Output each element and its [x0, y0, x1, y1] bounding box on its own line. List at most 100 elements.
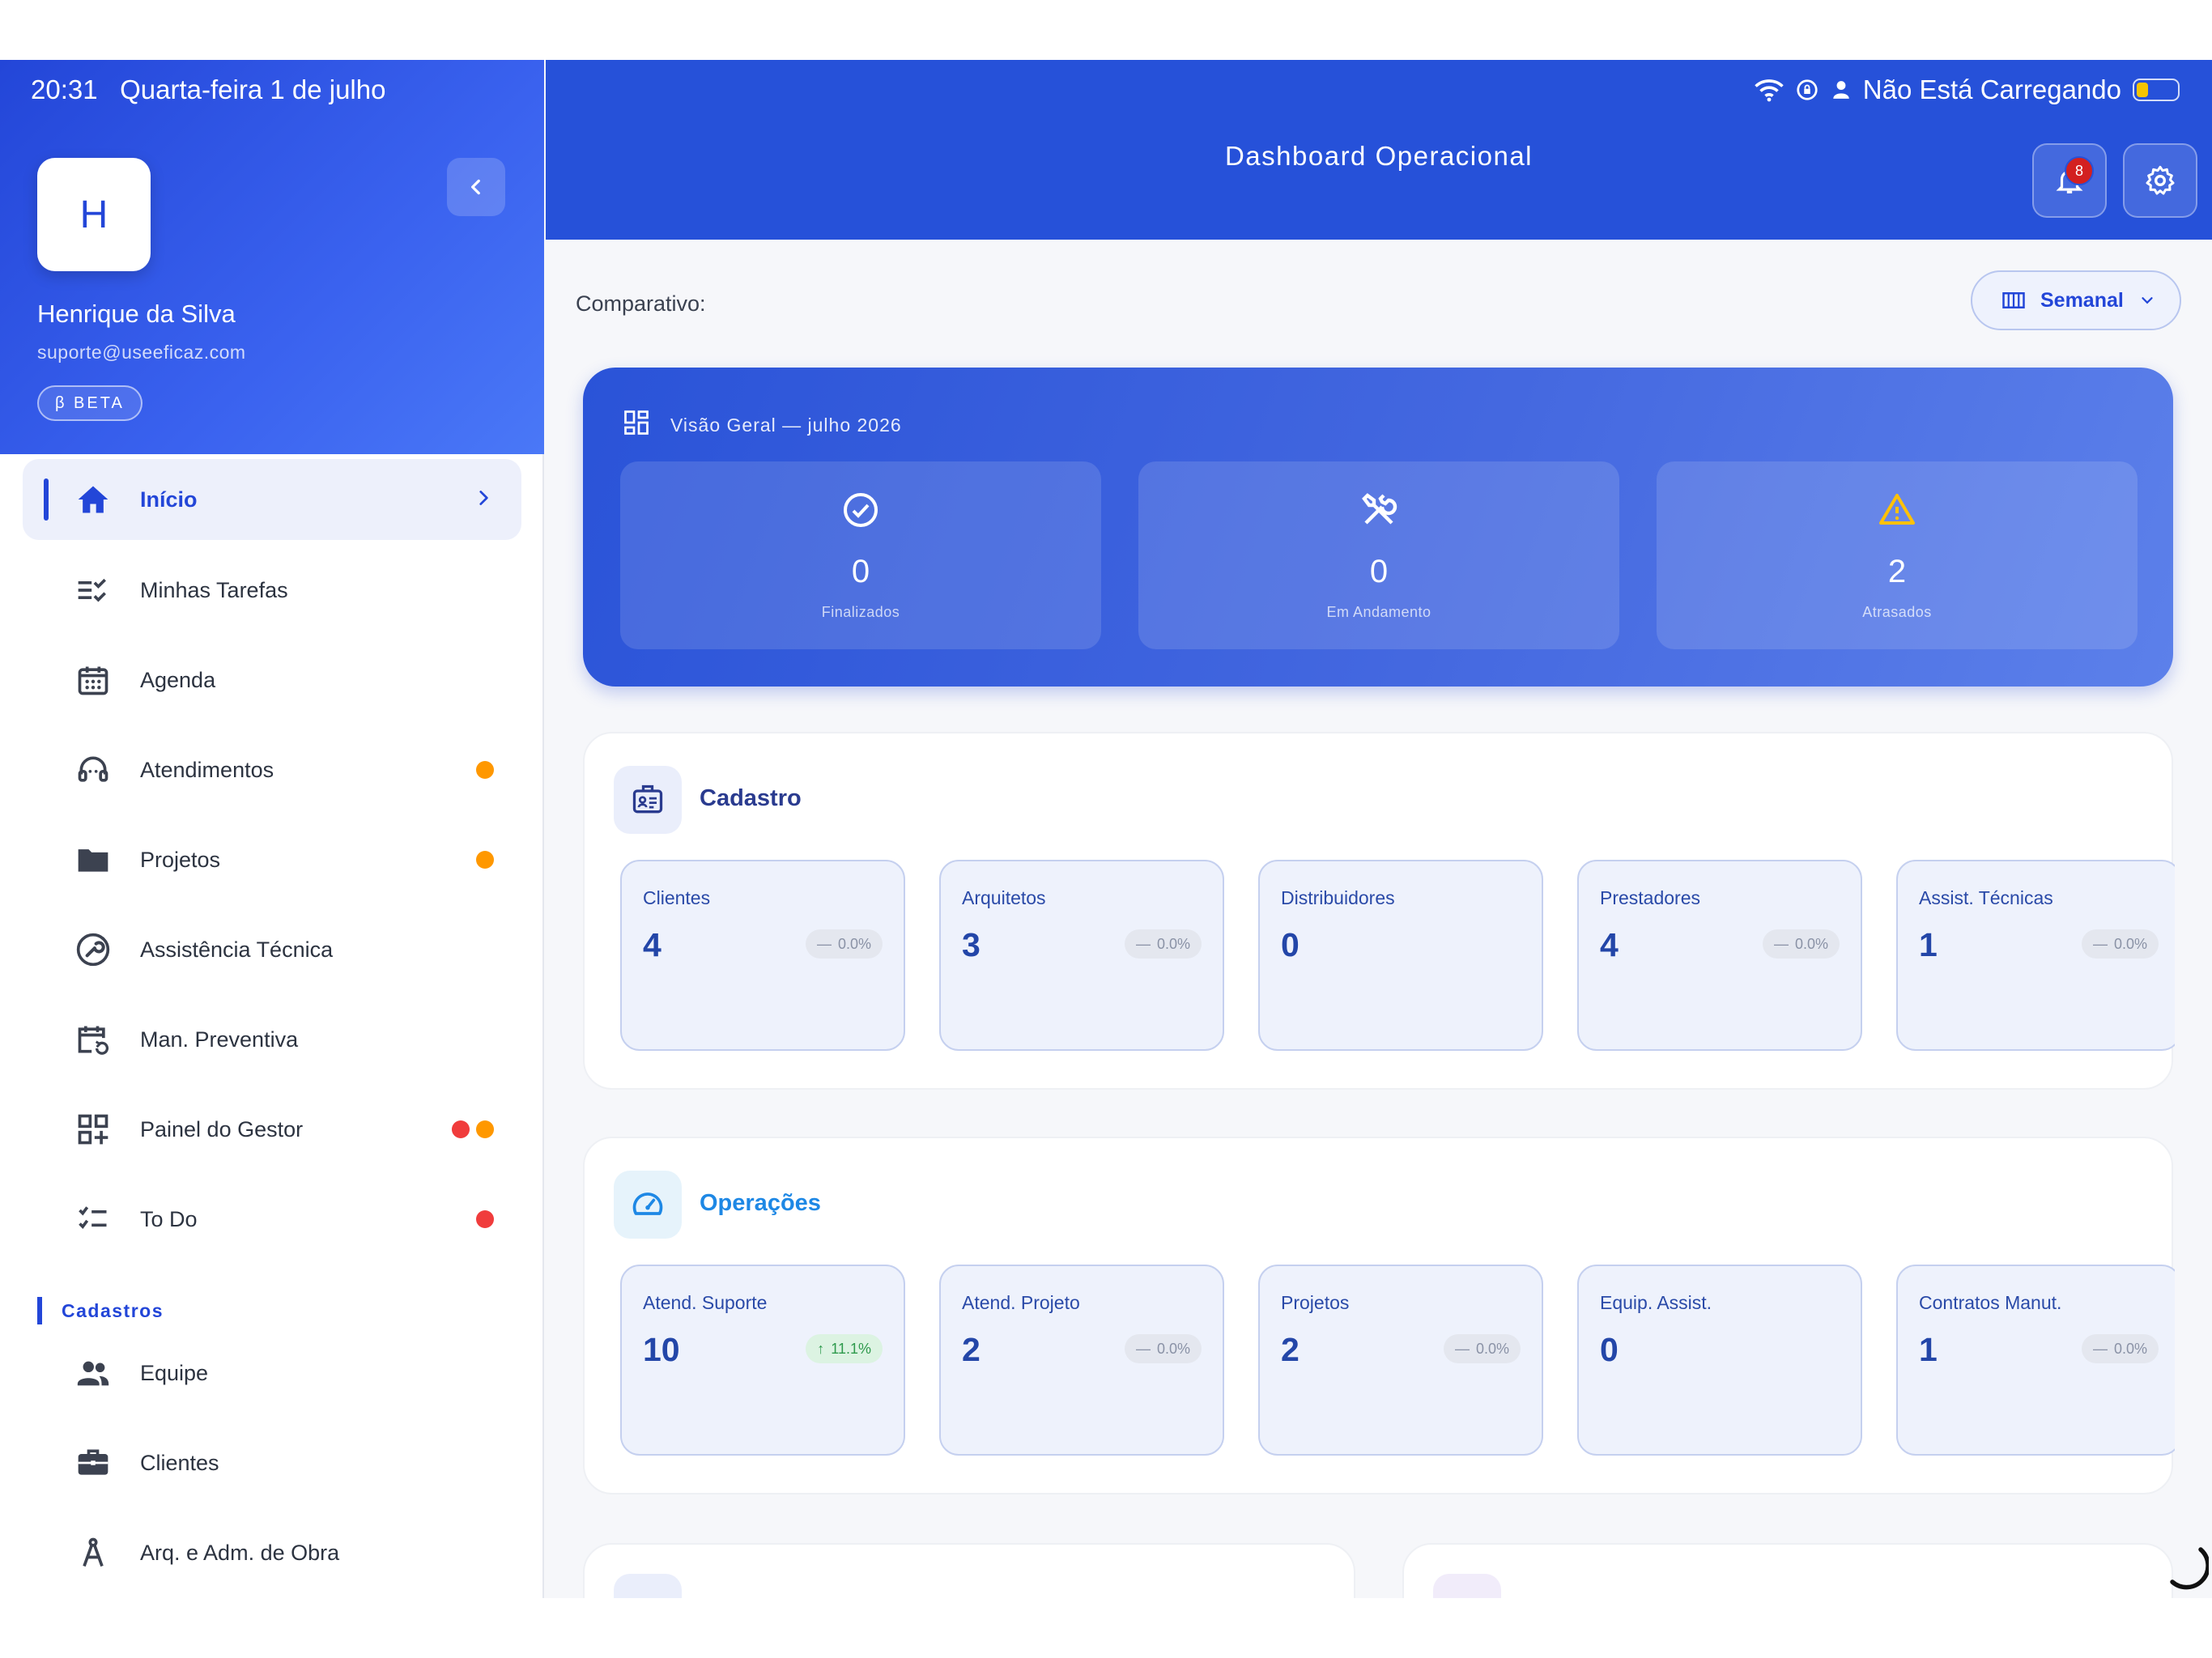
settings-button[interactable]: [2123, 143, 2197, 218]
delta-value: 0.0%: [1475, 1340, 1509, 1357]
stat-prestadores[interactable]: Prestadores 4 — 0.0%: [1577, 860, 1862, 1051]
stat-projetos[interactable]: Projetos 2 — 0.0%: [1258, 1265, 1543, 1456]
stat-equip-assist[interactable]: Equip. Assist. 0: [1577, 1265, 1862, 1456]
panel-icon: [1433, 1574, 1501, 1598]
page-title: Dashboard Operacional: [1224, 141, 1534, 171]
bottom-panel-right: [1402, 1543, 2173, 1598]
sidebar-item-to-do[interactable]: To Do: [23, 1179, 521, 1260]
stat-label: Arquitetos: [962, 887, 1046, 908]
collapse-sidebar-button[interactable]: [447, 158, 505, 216]
gear-icon: [2146, 165, 2175, 195]
cadastro-panel: Cadastro Clientes 4 — 0.0% Arquitetos 3 —…: [583, 732, 2175, 1090]
overview-finalizados-card[interactable]: 0 Finalizados: [620, 461, 1101, 649]
sidebar-item-label: Assistência Técnica: [140, 937, 334, 962]
notification-count-badge: 8: [2065, 156, 2094, 185]
sidebar-item-label: Atendimentos: [140, 757, 274, 782]
delta-pill: — 0.0%: [1443, 1334, 1521, 1363]
period-select[interactable]: Semanal: [1971, 270, 2181, 330]
dash-icon: —: [1454, 1340, 1470, 1357]
delta-value: 0.0%: [1156, 935, 1190, 952]
stat-arquitetos[interactable]: Arquitetos 3 — 0.0%: [939, 860, 1224, 1051]
status-date: Quarta-feira 1 de julho: [120, 74, 386, 104]
delta-value: 0.0%: [2113, 935, 2147, 952]
dash-icon: —: [2092, 1340, 2108, 1357]
cadastro-stats-row: Clientes 4 — 0.0% Arquitetos 3 — 0.0% Dist…: [620, 860, 2175, 1054]
dash-icon: —: [1135, 1340, 1151, 1357]
comparativo-label: Comparativo:: [576, 291, 706, 316]
sidebar-item-label: Minhas Tarefas: [140, 577, 288, 602]
sidebar-item-equipe[interactable]: Equipe: [23, 1333, 521, 1414]
stat-atend-projeto[interactable]: Atend. Projeto 2 — 0.0%: [939, 1265, 1224, 1456]
dash-icon: —: [1773, 935, 1789, 952]
notifications-button[interactable]: 8: [2032, 143, 2107, 218]
stat-value: 0: [1281, 926, 1300, 963]
stat-label: Atend. Suporte: [643, 1292, 768, 1313]
people-icon: [73, 1353, 113, 1393]
app-screen: 20:31 Quarta-feira 1 de julho H Henrique…: [0, 60, 2212, 1598]
status-dot-orange: [476, 851, 494, 869]
folder-icon: [73, 840, 113, 880]
chevron-down-icon: [2142, 297, 2153, 304]
speedometer-icon: [614, 1171, 682, 1239]
overview-em-andamento-card[interactable]: 0 Em Andamento: [1138, 461, 1619, 649]
delta-pill: ↑ 11.1%: [806, 1334, 883, 1363]
overview-value: 0: [851, 554, 870, 589]
compass-icon: [73, 1533, 113, 1573]
sidebar-item-arq-adm-obra[interactable]: Arq. e Adm. de Obra: [23, 1512, 521, 1593]
stat-atend-suporte[interactable]: Atend. Suporte 10 ↑ 11.1%: [620, 1265, 905, 1456]
delta-value: 11.1%: [831, 1340, 871, 1357]
sidebar-item-painel-do-gestor[interactable]: Painel do Gestor: [23, 1089, 521, 1170]
overview-value: 2: [1887, 554, 1907, 589]
stat-contratos-manut[interactable]: Contratos Manut. 1 — 0.0%: [1896, 1265, 2175, 1456]
briefcase-icon: [73, 1443, 113, 1483]
delta-pill: — 0.0%: [1124, 1334, 1202, 1363]
sidebar-item-label: Arq. e Adm. de Obra: [140, 1540, 340, 1565]
delta-pill: — 0.0%: [1124, 929, 1202, 959]
person-icon: [1833, 81, 1849, 99]
dashboard-add-icon: [73, 1109, 113, 1150]
dashboard-grid-icon: [622, 408, 651, 441]
sidebar-item-label: Painel do Gestor: [140, 1116, 304, 1141]
sidebar-item-atendimentos[interactable]: Atendimentos: [23, 729, 521, 810]
overview-label: Atrasados: [1862, 604, 1932, 620]
sidebar-item-label: Equipe: [140, 1360, 209, 1385]
stat-assist-tecnicas[interactable]: Assist. Técnicas 1 — 0.0%: [1896, 860, 2175, 1051]
user-name: Henrique da Silva: [37, 300, 236, 328]
bottom-panel-left: [583, 1543, 1355, 1598]
user-email: suporte@useeficaz.com: [37, 342, 246, 363]
sidebar-item-minhas-tarefas[interactable]: Minhas Tarefas: [23, 550, 521, 631]
stat-label: Distribuidores: [1281, 887, 1395, 908]
chevron-left-icon: [471, 179, 480, 195]
sidebar-item-man-preventiva[interactable]: Man. Preventiva: [23, 999, 521, 1080]
operacoes-stats-row: Atend. Suporte 10 ↑ 11.1% Atend. Projeto …: [620, 1265, 2175, 1459]
status-dot-red: [452, 1120, 470, 1138]
stat-distribuidores[interactable]: Distribuidores 0: [1258, 860, 1543, 1051]
overview-atrasados-card[interactable]: 2 Atrasados: [1657, 461, 2138, 649]
sidebar: 20:31 Quarta-feira 1 de julho H Henrique…: [0, 60, 544, 1598]
sidebar-item-label: Clientes: [140, 1450, 219, 1475]
delta-pill: — 0.0%: [2081, 929, 2159, 959]
headset-icon: [73, 750, 113, 790]
delta-pill: — 0.0%: [2081, 1334, 2159, 1363]
dash-icon: —: [2092, 935, 2108, 952]
avatar[interactable]: H: [37, 158, 151, 271]
sidebar-item-clientes[interactable]: Clientes: [23, 1422, 521, 1503]
home-icon: [73, 479, 113, 520]
wrench-circle-icon: [73, 929, 113, 970]
top-app-bar: Não Está Carregando Dashboard Operaciona…: [546, 60, 2212, 240]
sidebar-item-agenda[interactable]: Agenda: [23, 640, 521, 721]
tools-icon: [1138, 491, 1619, 529]
sidebar-item-assistencia-tecnica[interactable]: Assistência Técnica: [23, 909, 521, 990]
sidebar-item-inicio[interactable]: Início: [23, 459, 521, 540]
stat-value: 2: [962, 1331, 981, 1368]
battery-status-text: Não Está Carregando: [1862, 74, 2121, 104]
stat-value: 0: [1600, 1331, 1619, 1368]
sidebar-item-label: Início: [140, 487, 198, 512]
overview-title: Visão Geral — julho 2026: [670, 414, 902, 436]
warning-icon: [1657, 491, 2138, 529]
sidebar-item-projetos[interactable]: Projetos: [23, 819, 521, 900]
stat-clientes[interactable]: Clientes 4 — 0.0%: [620, 860, 905, 1051]
cadastro-title: Cadastro: [700, 785, 802, 811]
todo-list-icon: [73, 1199, 113, 1239]
stat-label: Contratos Manut.: [1919, 1292, 2062, 1313]
